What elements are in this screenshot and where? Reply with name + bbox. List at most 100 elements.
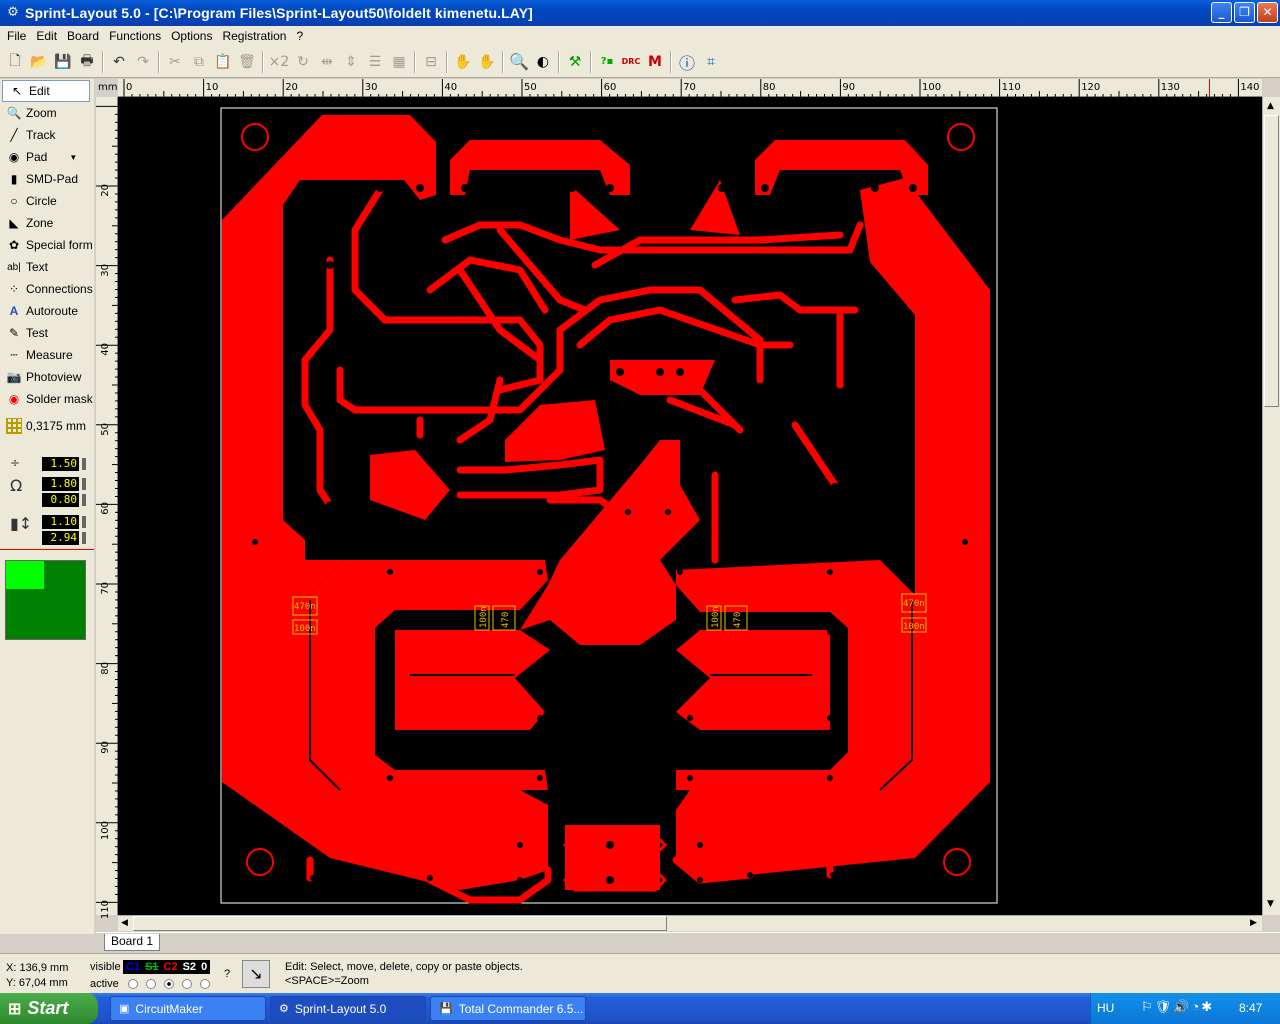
menu-board[interactable]: Board [62,29,104,43]
drc-icon[interactable]: ?▪ [595,50,619,74]
tool-text[interactable]: ab| Text [0,256,94,278]
undo-icon[interactable]: ↶ [107,50,131,74]
paste-icon[interactable]: 📋 [211,50,235,74]
tool-test[interactable]: ✎ Test [0,322,94,344]
lock-icon[interactable]: ✋ [451,50,475,74]
overview-viewport[interactable] [6,561,44,589]
delete-icon[interactable]: 🗑 [235,50,259,74]
active-radio-0[interactable] [200,979,210,989]
group-icon[interactable]: ▦ [387,50,411,74]
print-icon[interactable]: 🖶 [75,50,99,74]
layer-help[interactable]: ? [224,968,230,980]
smd-width-spinner[interactable] [82,516,86,528]
tool-special-form[interactable]: ✿ Special form [0,234,94,256]
hide-icon[interactable]: ⊟ [419,50,443,74]
tool-edit[interactable]: ↖ Edit [2,80,90,102]
rotate-icon[interactable]: ↻ [291,50,315,74]
pcb-canvas[interactable]: 470n 100n 100n 470 100n 470 470n 100n [118,97,1262,915]
vertical-scroll-thumb[interactable] [1264,115,1279,407]
tool-photoview[interactable]: 📷 Photoview [0,366,94,388]
smd-width-value[interactable]: 1.10 [42,515,79,529]
active-radio-c1[interactable] [128,979,138,989]
menu-help[interactable]: ? [291,29,308,43]
pad-outer-value[interactable]: 1.80 [42,477,79,491]
scroll-up-arrow[interactable]: ▲ [1267,101,1274,111]
menu-file[interactable]: File [2,29,31,43]
macro-icon[interactable]: M [643,50,667,74]
taskbar: ⊞ Start ▣ CircuitMaker ⚙ Sprint-Layout 5.0 … [0,993,1280,1024]
layer-s1[interactable]: S1 [145,960,158,974]
track-width-spinner[interactable] [82,458,86,470]
menu-functions[interactable]: Functions [104,29,166,43]
pad-dropdown-icon[interactable]: ▼ [69,153,77,162]
align-icon[interactable]: ☰ [363,50,387,74]
task-sprint-layout[interactable]: ⚙ Sprint-Layout 5.0 [270,996,426,1021]
app-icon[interactable]: ⚙ [5,5,21,21]
layer-c2[interactable]: C2 [164,960,178,974]
tool-connections[interactable]: ⁘ Connections [0,278,94,300]
task-total-commander[interactable]: 💾 Total Commander 6.5... [430,996,586,1021]
active-radio-s1[interactable] [146,979,156,989]
new-icon[interactable]: 🗋 [3,50,27,74]
pad-icon: ◉ [8,150,20,164]
maximize-button[interactable]: ❐ [1234,2,1255,23]
tool-circle[interactable]: ○ Circle [0,190,94,212]
grid-selector[interactable]: 0,3175 mm [0,416,94,436]
menu-options[interactable]: Options [166,29,217,43]
tool-solder-mask[interactable]: ◉ Solder mask [0,388,94,410]
tool-pad[interactable]: ◉ Pad ▼ [0,146,94,168]
menu-edit[interactable]: Edit [31,29,62,43]
tab-board-1[interactable]: Board 1 [104,934,161,951]
components-icon[interactable]: ⚒ [563,50,587,74]
tool-smd-pad[interactable]: ▮ SMD-Pad [0,168,94,190]
language-indicator[interactable]: HU [1097,1001,1114,1015]
layer-0[interactable]: 0 [201,960,207,974]
menu-registration[interactable]: Registration [217,29,291,43]
horizontal-scrollbar[interactable]: ◀ ▶ [118,915,1262,931]
scroll-down-arrow[interactable]: ▼ [1267,899,1274,909]
layer-c1[interactable]: C1 [126,960,140,974]
layer-s2[interactable]: S2 [183,960,196,974]
info-icon[interactable]: ⓘ [675,50,699,74]
toolbar-separator [446,50,448,73]
tool-zone[interactable]: ◣ Zone [0,212,94,234]
smd-height-spinner[interactable] [82,532,86,544]
zoom-icon[interactable]: 🔍 [507,50,531,74]
unlock-icon[interactable]: ✋ [475,50,499,74]
vertical-scrollbar[interactable]: ▲ ▼ [1262,97,1280,915]
active-radio-c2[interactable] [164,979,174,989]
close-button[interactable]: ✕ [1257,2,1278,23]
cut-icon[interactable]: ✂ [163,50,187,74]
redo-icon[interactable]: ↷ [131,50,155,74]
pad-inner-value[interactable]: 0.80 [42,493,79,507]
tool-label: Zoom [26,106,57,120]
start-button[interactable]: ⊞ Start [0,993,98,1024]
transparency-icon[interactable]: ◐ [531,50,555,74]
smd-height-value[interactable]: 2.94 [42,531,79,545]
status-hint-line: Edit: Select, move, delete, copy or past… [285,961,523,973]
tool-zoom[interactable]: 🔍 Zoom [0,102,94,124]
mirror-h-icon[interactable]: ⇹ [315,50,339,74]
task-circuitmaker[interactable]: ▣ CircuitMaker [110,996,266,1021]
pad-outer-spinner[interactable] [82,478,86,490]
horizontal-scroll-thumb[interactable] [133,916,667,931]
board-overview[interactable] [5,560,86,640]
active-radio-s2[interactable] [182,979,192,989]
track-width-value[interactable]: 1.50 [42,457,79,471]
crop-icon[interactable]: ⌗ [699,50,723,74]
tool-track[interactable]: ╱ Track [0,124,94,146]
scroll-right-arrow[interactable]: ▶ [1250,918,1257,928]
pad-inner-spinner[interactable] [82,494,86,506]
drc-check-icon[interactable]: DRC [619,50,643,74]
tray-icons[interactable]: ⚐🛡🔊◔✱ [1141,999,1214,1015]
pcb-drawing[interactable]: 470n 100n 100n 470 100n 470 470n 100n [118,97,1262,915]
save-icon[interactable]: 💾 [51,50,75,74]
open-icon[interactable]: 📂 [27,50,51,74]
tool-autoroute[interactable]: A Autoroute [0,300,94,322]
mirror-v-icon[interactable]: ⇕ [339,50,363,74]
tool-measure[interactable]: ┄ Measure [0,344,94,366]
scroll-left-arrow[interactable]: ◀ [121,918,128,928]
minimize-button[interactable]: _ [1211,2,1232,23]
duplicate-icon[interactable]: ×2 [267,50,291,74]
copy-icon[interactable]: ⧉ [187,50,211,74]
